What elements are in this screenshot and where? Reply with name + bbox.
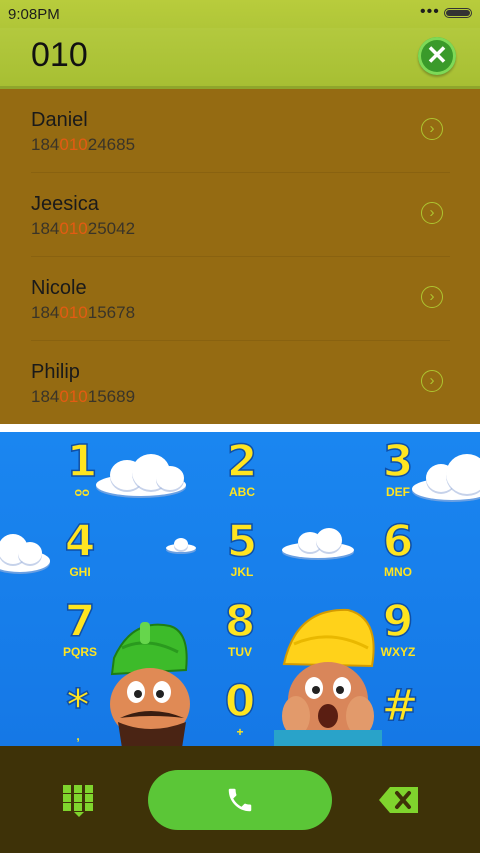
key-0[interactable]: 0 + [200, 679, 280, 739]
key-5[interactable]: 5 JKL [202, 519, 282, 579]
status-bar: 9:08PM ••• [0, 0, 480, 28]
contact-phone: 18401015689 [31, 387, 136, 406]
contact-phone: 18401025042 [31, 219, 136, 238]
key-star[interactable]: * , [38, 683, 118, 743]
contact-name: Daniel [31, 109, 88, 131]
call-button[interactable] [148, 770, 332, 830]
dial-keypad: 1 ᴑᴑ 2 ABC 3 DEF 4 GHI 5 JKL 6 MNO 7 PQR… [0, 432, 480, 746]
phone-match-highlight: 010 [59, 219, 88, 238]
chevron-right-icon[interactable]: › [421, 370, 443, 392]
contact-phone: 18401015678 [31, 303, 136, 322]
backspace-button[interactable] [378, 785, 420, 820]
contact-row-nicole[interactable]: Nicole 18401015678 › [0, 257, 480, 341]
chevron-right-icon[interactable]: › [421, 118, 443, 140]
key-8[interactable]: 8 TUV [200, 599, 280, 659]
contact-name: Jeesica [31, 193, 99, 215]
key-1[interactable]: 1 ᴑᴑ [42, 439, 122, 499]
voicemail-icon: ᴑᴑ [74, 485, 90, 499]
phone-match-highlight: 010 [59, 387, 88, 406]
key-2[interactable]: 2 ABC [202, 439, 282, 499]
battery-icon [444, 8, 472, 18]
contact-row-philip[interactable]: Philip 18401015689 › [0, 341, 480, 425]
close-icon: ✕ [426, 40, 448, 70]
phone-icon [228, 788, 252, 812]
backspace-icon [379, 787, 418, 813]
more-dots-icon: ••• [420, 3, 440, 20]
key-7[interactable]: 7 PQRS [40, 599, 120, 659]
key-hash[interactable]: # [360, 683, 440, 729]
key-3[interactable]: 3 DEF [358, 439, 438, 499]
key-6[interactable]: 6 MNO [358, 519, 438, 579]
key-9[interactable]: 9 WXYZ [358, 599, 438, 659]
dialed-number-field[interactable]: 010 [31, 36, 88, 75]
list-keypad-gap [0, 424, 480, 432]
clear-input-button[interactable]: ✕ [418, 37, 456, 75]
key-4[interactable]: 4 GHI [40, 519, 120, 579]
dial-header: 010 [0, 28, 480, 86]
phone-match-highlight: 010 [59, 303, 88, 322]
chevron-right-icon[interactable]: › [421, 286, 443, 308]
contact-name: Philip [31, 361, 80, 383]
contact-phone: 18401024685 [31, 135, 136, 154]
chevron-right-icon[interactable]: › [421, 202, 443, 224]
status-time: 9:08PM [8, 6, 60, 23]
dialpad-toggle-button[interactable] [63, 785, 95, 817]
contact-name: Nicole [31, 277, 87, 299]
contact-suggestions-list: Daniel 18401024685 › Jeesica 18401025042… [0, 86, 480, 424]
phone-match-highlight: 010 [59, 135, 88, 154]
contact-row-daniel[interactable]: Daniel 18401024685 › [0, 89, 480, 173]
contact-row-jeesica[interactable]: Jeesica 18401025042 › [0, 173, 480, 257]
